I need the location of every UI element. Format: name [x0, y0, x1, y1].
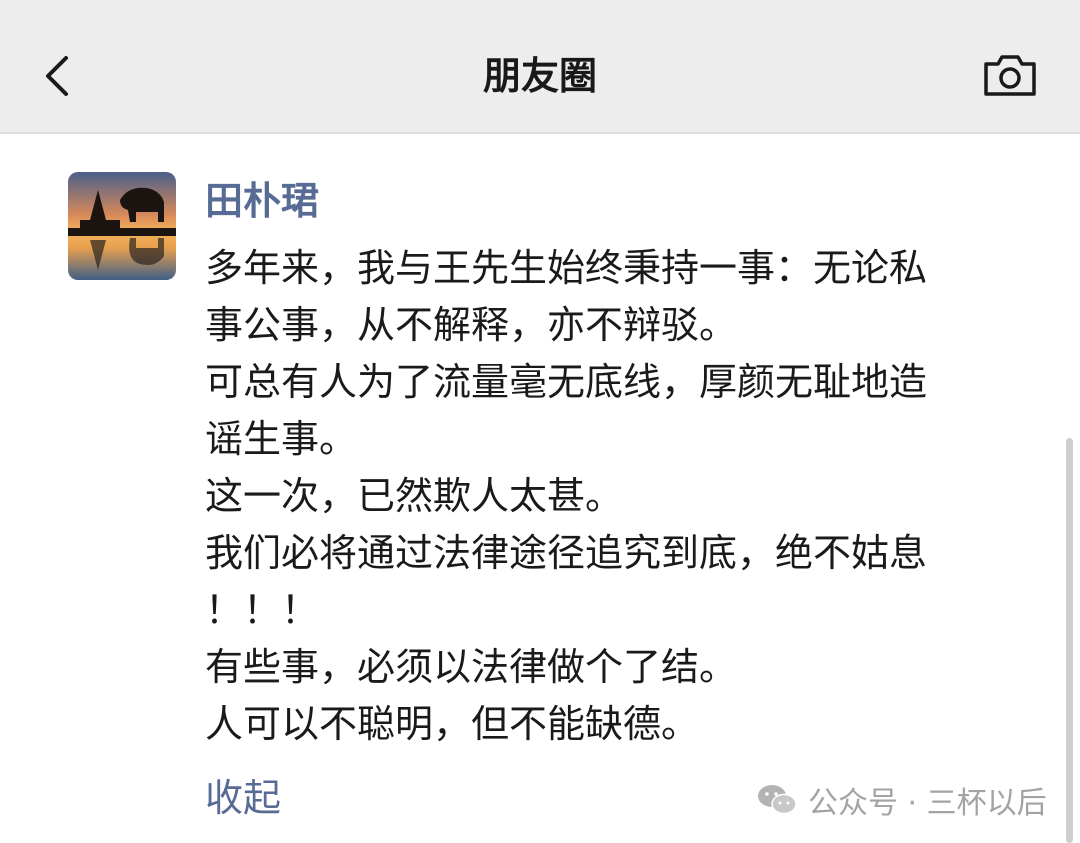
post-line: 有些事，必须以法律做个了结。 [205, 645, 738, 689]
wechat-icon [758, 785, 797, 815]
post-line: 事公事，从不解释，亦不辩驳。 [205, 303, 738, 347]
nav-bar: 朋友圈 [0, 0, 1080, 134]
post-line: 人可以不聪明，但不能缺德。 [205, 702, 700, 746]
post-line: 多年来，我与王先生始终秉持一事：无论私 [205, 246, 928, 290]
author-name[interactable]: 田朴珺 [205, 176, 319, 226]
post-body: 多年来，我与王先生始终秉持一事：无论私 事公事，从不解释，亦不辩驳。 可总有人为… [205, 240, 1025, 753]
avatar[interactable] [68, 172, 176, 280]
page-title: 朋友圈 [482, 54, 597, 98]
scrollbar[interactable] [1066, 438, 1073, 843]
camera-icon[interactable] [982, 52, 1038, 98]
post-line: 可总有人为了流量毫无底线，厚颜无耻地造 [205, 360, 928, 404]
post-line: 我们必将通过法律途径追究到底，绝不姑息 [205, 531, 928, 575]
watermark: 公众号 · 三杯以后 [756, 778, 1047, 822]
avatar-image [68, 172, 176, 280]
watermark-text: 公众号 · 三杯以后 [808, 786, 1047, 821]
post-line: 这一次，已然欺人太甚。 [205, 474, 624, 518]
collapse-button[interactable]: 收起 [205, 770, 281, 826]
post-line: 谣生事。 [205, 417, 358, 461]
post-line: ！！！ [205, 588, 320, 632]
